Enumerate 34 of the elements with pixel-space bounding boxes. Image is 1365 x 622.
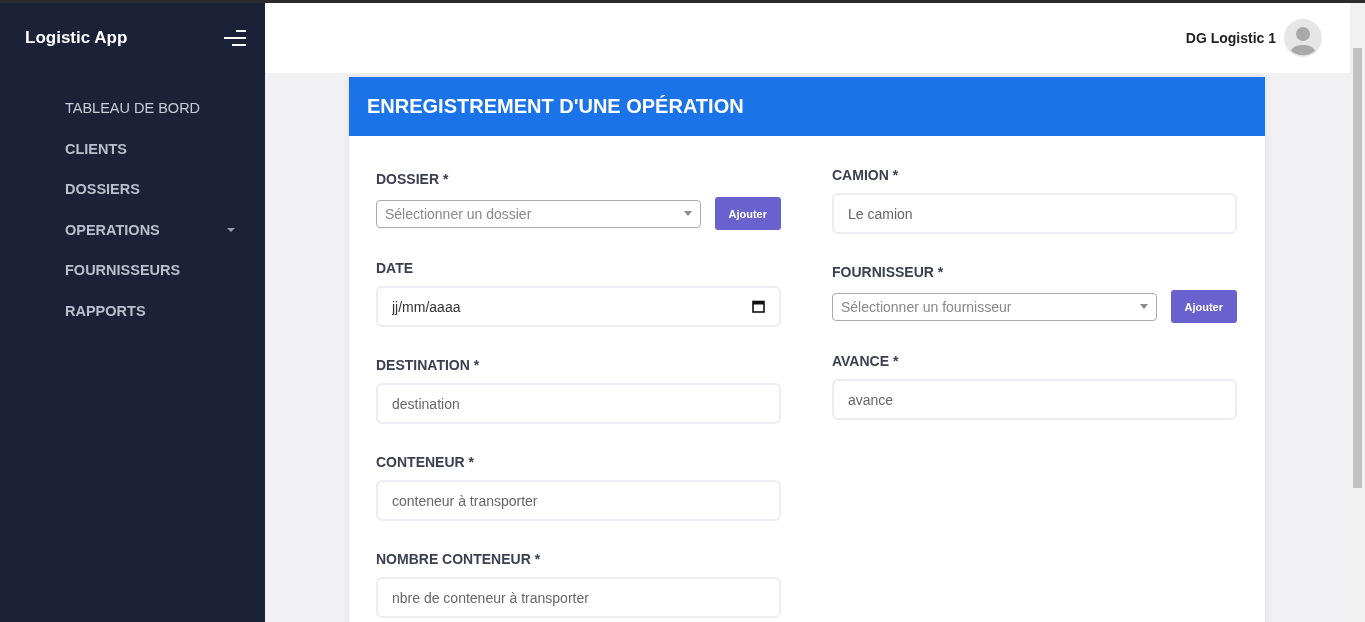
field-label: DESTINATION * <box>376 357 481 373</box>
sidebar-item[interactable]: FOURNISSEURS <box>65 262 181 279</box>
field-label: DATE <box>376 260 415 276</box>
date-field[interactable]: jj/mm/aaaa <box>376 286 781 327</box>
input-field[interactable]: Le camion <box>832 193 1237 234</box>
field-label: DOSSIER * <box>376 171 450 187</box>
sidebar-item[interactable]: OPERATIONS <box>65 221 160 238</box>
scrollbar[interactable] <box>1350 3 1365 622</box>
sidebar-item[interactable]: RAPPORTS <box>65 302 146 319</box>
card-title: ENREGISTREMENT D'UNE OPÉRATION <box>367 95 744 118</box>
user-name: DG Logistic 1 <box>1185 30 1276 46</box>
field-label: AVANCE * <box>832 353 900 369</box>
input-field[interactable]: destination <box>376 383 781 424</box>
field-label: FOURNISSEUR * <box>832 264 945 280</box>
caret-icon[interactable] <box>683 211 692 216</box>
input-field[interactable]: conteneur à transporter <box>376 480 781 521</box>
field-label: CAMION * <box>832 167 900 183</box>
sidebar-item[interactable]: CLIENTS <box>65 140 128 157</box>
field-label: NOMBRE CONTENEUR * <box>376 551 542 567</box>
input-field[interactable]: avance <box>832 379 1237 420</box>
calendar-icon[interactable] <box>752 300 765 313</box>
menu-icon[interactable] <box>224 30 246 46</box>
sidebar-item[interactable]: DOSSIERS <box>65 181 140 198</box>
select-field[interactable]: Sélectionner un dossier <box>376 199 701 228</box>
caret-icon[interactable] <box>227 227 235 232</box>
caret-icon[interactable] <box>1139 304 1148 309</box>
select-field[interactable]: Sélectionner un fournisseur <box>832 292 1157 321</box>
add-button[interactable]: Ajouter <box>714 197 781 230</box>
input-field[interactable]: nbre de conteneur à transporter <box>376 577 781 618</box>
avatar-icon[interactable] <box>1284 19 1322 57</box>
sidebar-item[interactable]: TABLEAU DE BORD <box>65 100 201 117</box>
app-brand: Logistic App <box>25 28 128 48</box>
field-label: CONTENEUR * <box>376 454 475 470</box>
add-button[interactable]: Ajouter <box>1170 290 1237 323</box>
